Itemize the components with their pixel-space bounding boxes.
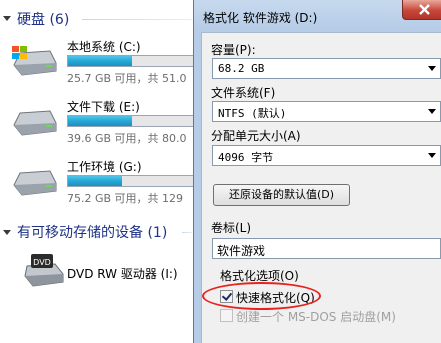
annotation-highlight-ring	[202, 282, 321, 310]
dialog-title-bar[interactable]: 格式化 软件游戏 (D:)	[194, 0, 441, 32]
usage-bar	[67, 175, 197, 187]
hard-drive-windows-icon	[12, 46, 57, 76]
close-button[interactable]	[402, 0, 441, 20]
volume-label-caption: 卷标(L)	[211, 221, 252, 235]
filesystem-value: NTFS (默认)	[218, 107, 287, 120]
capacity-label: 容量(P):	[211, 43, 256, 57]
hard-drive-icon	[13, 110, 57, 136]
usage-bar-fill	[68, 116, 132, 126]
dropdown-arrow-icon	[428, 109, 436, 114]
collapse-chevron-icon[interactable]	[3, 230, 11, 235]
filesystem-select[interactable]: NTFS (默认)	[212, 101, 441, 122]
dialog-title: 格式化 软件游戏 (D:)	[203, 11, 318, 25]
drive-name: 工作环境 (G:)	[67, 160, 142, 174]
dvd-drive-name[interactable]: DVD RW 驱动器 (I:)	[67, 265, 178, 282]
usage-bar	[67, 55, 197, 67]
group-divider	[82, 19, 192, 20]
group-header-removable[interactable]: 有可移动存储的设备 (1)	[17, 222, 167, 242]
volume-label-value: 软件游戏	[217, 244, 266, 258]
collapse-chevron-icon[interactable]	[3, 16, 11, 21]
group-divider	[182, 232, 192, 233]
group-header-hard-disks[interactable]: 硬盘 (6)	[17, 9, 69, 29]
dvd-drive-icon[interactable]: DVD	[23, 248, 65, 290]
drive-space-info: 75.2 GB 可用，共 129	[67, 192, 184, 205]
msdos-startup-label[interactable]: 创建一个 MS-DOS 启动盘(M)	[236, 308, 396, 325]
drive-space-info: 39.6 GB 可用，共 80.0	[67, 132, 187, 145]
filesystem-label: 文件系统(F)	[211, 86, 276, 100]
drive-item-g[interactable]: 工作环境 (G:) 75.2 GB 可用，共 129	[10, 157, 197, 207]
drive-name: 文件下载 (E:)	[67, 100, 140, 114]
volume-label-input[interactable]: 软件游戏	[212, 238, 441, 259]
usage-bar	[67, 115, 197, 127]
allocation-size-value: 4096 字节	[218, 151, 274, 164]
capacity-select[interactable]: 68.2 GB	[212, 58, 441, 79]
drive-space-info: 25.7 GB 可用，共 51.0	[67, 72, 187, 85]
close-icon	[419, 4, 430, 15]
capacity-value: 68.2 GB	[218, 62, 265, 75]
dropdown-arrow-icon	[428, 66, 436, 71]
usage-bar-fill	[68, 56, 132, 66]
dvd-icon-label: DVD	[33, 258, 51, 267]
restore-defaults-button[interactable]: 还原设备的默认值(D)	[213, 184, 350, 206]
hard-drive-icon	[13, 170, 57, 196]
dropdown-arrow-icon	[428, 153, 436, 158]
allocation-size-label: 分配单元大小(A)	[211, 129, 301, 143]
msdos-startup-checkbox[interactable]	[220, 309, 233, 322]
drive-name: 本地系统 (C:)	[67, 40, 141, 54]
allocation-size-select[interactable]: 4096 字节	[212, 145, 441, 166]
explorer-pane: 硬盘 (6) 本地系统 (C:) 25.7 GB 可用，共 51.0 文件下载 …	[0, 0, 197, 343]
drive-item-e[interactable]: 文件下载 (E:) 39.6 GB 可用，共 80.0	[10, 97, 197, 147]
usage-bar-fill	[68, 176, 122, 186]
drive-item-c[interactable]: 本地系统 (C:) 25.7 GB 可用，共 51.0	[10, 37, 197, 87]
